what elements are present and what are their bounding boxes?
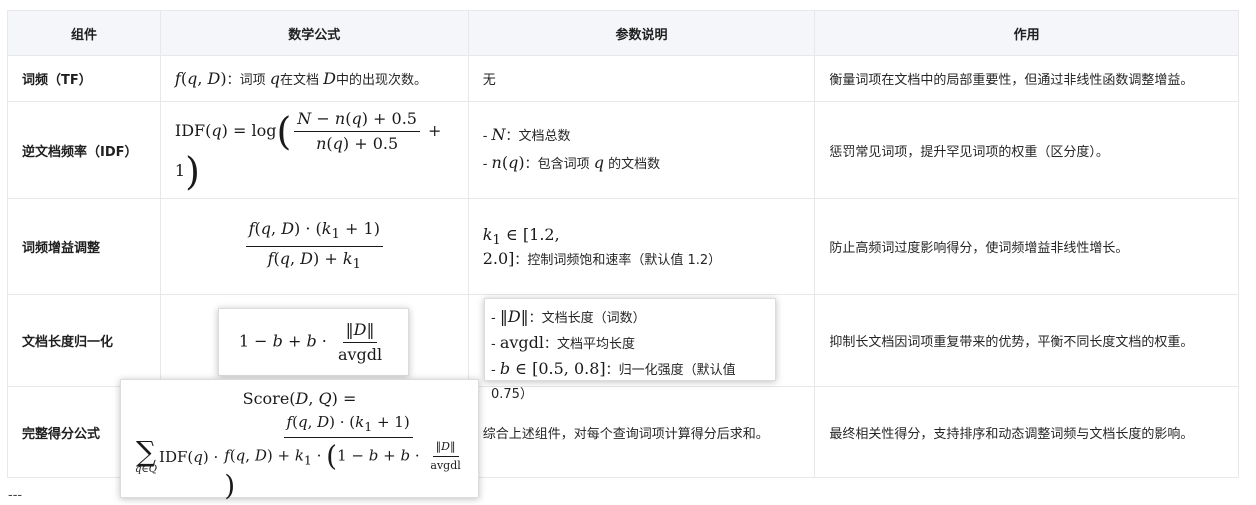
header-component: 组件 bbox=[7, 10, 161, 56]
separator-text: --- bbox=[8, 488, 23, 503]
row-tf-params: 无 bbox=[467, 55, 816, 102]
sat-param-k1: ：控制词频饱和速率（默认值 1.2） bbox=[514, 252, 722, 268]
score-formula-card: Score(D, Q) = ∑ q∈Q IDF(q) · f(q, D) · (k… bbox=[120, 379, 479, 499]
row-sat-component: 词频增益调整 bbox=[7, 198, 161, 295]
row-sat-params: k1 ∈ [1.2, 2.0]：控制词频饱和速率（默认值 1.2） bbox=[467, 198, 816, 295]
tf-formula-text-a: ：词项 bbox=[226, 73, 266, 88]
table-row: 词频（TF） f(q, D)：词项 q在文档 D中的出现次数。 无 衡量词项在文… bbox=[7, 55, 1239, 102]
tf-formula-text-b: 在文档 bbox=[279, 73, 319, 88]
idf-formula: IDF(q) = log(N − n(q) + 0.5 n(q) + 0.5 + … bbox=[174, 108, 442, 194]
header-role: 作用 bbox=[814, 10, 1239, 56]
row-norm-role: 抑制长文档因词项重复带来的优势，平衡不同长度文档的权重。 bbox=[814, 294, 1239, 387]
norm-params-card: - ‖D‖：文档长度（词数） - avgdl：文档平均长度 - b ∈ [0.5… bbox=[484, 298, 776, 402]
row-idf-params: - N：文档总数 - n(q)：包含词项 q 的文档数 bbox=[467, 101, 816, 199]
idf-param-nq-b: 的文档数 bbox=[608, 157, 661, 172]
header-params: 参数说明 bbox=[467, 10, 816, 56]
row-tf-role: 衡量词项在文档中的局部重要性，但通过非线性函数调整增益。 bbox=[814, 55, 1239, 102]
table-row: 词频增益调整 f(q, D) · (k1 + 1) f(q, D) + k1 k1… bbox=[7, 198, 1239, 295]
row-sat-role: 防止高频词过度影响得分，使词频增益非线性增长。 bbox=[814, 198, 1239, 295]
row-norm-component: 文档长度归一化 bbox=[7, 294, 161, 387]
row-idf-role: 惩罚常见词项，提升罕见词项的权重（区分度）。 bbox=[814, 101, 1239, 199]
header-formula: 数学公式 bbox=[159, 10, 469, 56]
tf-formula-text-c: 中的出现次数。 bbox=[335, 73, 427, 88]
idf-param-n: ：文档总数 bbox=[505, 129, 571, 144]
row-score-role: 最终相关性得分，支持排序和动态调整词频与文档长度的影响。 bbox=[814, 386, 1239, 478]
row-idf-formula: IDF(q) = log(N − n(q) + 0.5 n(q) + 0.5 + … bbox=[159, 101, 469, 199]
table-header-row: 组件 数学公式 参数说明 作用 bbox=[7, 10, 1239, 56]
row-idf-component: 逆文档频率（IDF） bbox=[7, 101, 161, 199]
row-tf-component: 词频（TF） bbox=[7, 55, 161, 102]
idf-param-nq-a: ：包含词项 bbox=[524, 157, 590, 172]
norm-formula-card: 1 − b + b · ‖D‖ avgdl bbox=[218, 308, 409, 376]
table-row: 逆文档频率（IDF） IDF(q) = log(N − n(q) + 0.5 n(… bbox=[7, 101, 1239, 199]
norm-param-avgdl: ：文档平均长度 bbox=[544, 337, 636, 352]
row-sat-formula: f(q, D) · (k1 + 1) f(q, D) + k1 bbox=[159, 198, 469, 295]
norm-param-d: ：文档长度（词数） bbox=[528, 311, 646, 326]
row-tf-formula: f(q, D)：词项 q在文档 D中的出现次数。 bbox=[159, 55, 469, 102]
